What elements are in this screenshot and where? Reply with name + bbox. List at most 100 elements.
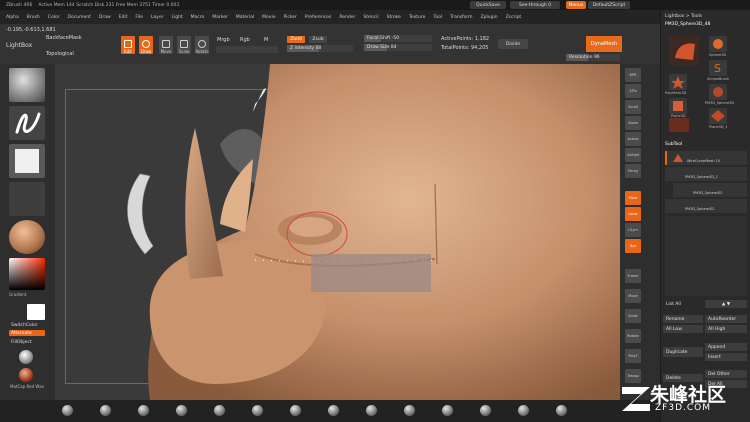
rename-button[interactable]: Rename [663,315,703,323]
brush-ball-icon[interactable] [252,405,263,416]
color-picker[interactable] [9,258,45,290]
brush-ball-icon[interactable] [62,405,73,416]
menu-marker[interactable]: Marker [212,15,228,20]
dynamesh-button[interactable]: DynaMesh [586,36,622,52]
menu-material[interactable]: Material [236,15,254,20]
rgb-intensity-slider[interactable] [216,46,278,53]
subtool-row[interactable]: PM3D_Sphere3D [665,199,747,213]
insert-button[interactable]: Insert [705,353,747,361]
plane3d-1-tool[interactable] [709,108,727,124]
rhino-sculpt-model[interactable] [55,64,620,400]
plane3d-tool[interactable] [669,98,687,114]
local-button[interactable]: Local [625,207,641,221]
current-tool-thumbnail[interactable] [669,36,699,66]
alpha-swatch[interactable] [9,144,45,178]
rgb-toggle[interactable]: Rgb [240,37,250,43]
move-view-button[interactable]: Move [625,289,641,303]
brush-ball-icon[interactable] [480,405,491,416]
secondary-color-swatch[interactable] [27,304,45,320]
all-low-button[interactable]: All Low [663,325,703,333]
lsym-button[interactable]: LSym [625,223,641,237]
fillobject-button[interactable]: FillObject [9,339,45,345]
lightbox-tools-title[interactable]: Lightbox > Tools [665,14,702,19]
append-button[interactable]: Append [705,343,747,351]
move-mode-button[interactable]: Move [159,36,173,54]
menu-transform[interactable]: Transform [450,15,472,20]
del-other-button[interactable]: Del Other [705,370,747,378]
autoreorder-button[interactable]: AutoReorder [705,315,747,323]
subtool-row[interactable]: PM3D_Sphere3D [673,183,747,197]
menu-stencil[interactable]: Stencil [363,15,378,20]
polymesh3d-tool[interactable] [669,74,687,90]
simplebrush-tool[interactable]: S [709,60,727,76]
brush-ball-icon[interactable] [366,405,377,416]
brush-ball-icon[interactable] [442,405,453,416]
menu-picker[interactable]: Picker [283,15,296,20]
menu-macro[interactable]: Macro [191,15,205,20]
menu-color[interactable]: Color [48,15,60,20]
xyz-button[interactable]: Xyz [625,239,641,253]
actual-button[interactable]: Actual [625,132,641,146]
list-all-button[interactable]: List All [663,300,703,308]
switchcolor-button[interactable]: SwitchColor [9,322,45,328]
bpr-button[interactable]: BPR [625,68,641,82]
menu-alpha[interactable]: Alpha [6,15,19,20]
floor-button[interactable]: Floor [625,191,641,205]
material-swatch[interactable] [9,220,45,254]
canvas-viewport[interactable] [55,64,620,400]
mrgb-toggle[interactable]: Mrgb [217,37,230,43]
zadd-button[interactable]: Zadd [287,36,305,43]
menu-render[interactable]: Render [339,15,355,20]
alternate-button[interactable]: Alternate [9,330,45,336]
default-zscript-button[interactable]: DefaultZScript [588,1,630,9]
menu-tool[interactable]: Tool [433,15,442,20]
aahalf-button[interactable]: AAHalf [625,148,641,162]
see-through-slider[interactable]: See-through 0 [510,1,560,9]
draw-size-slider[interactable]: Draw Size 84 [364,44,432,51]
menu-edit[interactable]: Edit [119,15,128,20]
draw-mode-button[interactable]: Draw [139,36,153,54]
subtool-row[interactable]: WireCurveMesh 10 [665,151,747,165]
subtool-title[interactable]: SubTool [665,142,682,147]
menu-light[interactable]: Light [171,15,182,20]
brush-ball-icon[interactable] [138,405,149,416]
scroll-button[interactable]: Scroll [625,100,641,114]
z-intensity-slider[interactable]: Z Intensity 48 [287,45,353,52]
lightbox-button[interactable]: LightBox [6,42,32,49]
brush-ball-icon[interactable] [556,405,567,416]
polyf-button[interactable]: PolyF [625,349,641,363]
duplicate-button[interactable]: Duplicate [663,347,703,357]
menus-button[interactable]: Menus [566,1,586,9]
chalk-matcap-ball[interactable] [19,350,33,364]
resolution-slider[interactable]: Resolution 96 [566,54,620,61]
quicksave-button[interactable]: QuickSave [470,1,506,9]
menu-brush[interactable]: Brush [27,15,40,20]
menu-movie[interactable]: Movie [262,15,275,20]
menu-layer[interactable]: Layer [151,15,164,20]
menu-zplugin[interactable]: Zplugin [481,15,498,20]
edit-mode-button[interactable]: Edit [121,36,135,54]
stroke-swatch[interactable] [9,106,45,140]
backface-mask-toggle[interactable]: BackfaceMask [46,35,82,41]
extra-tool-thumbnail[interactable] [669,118,689,132]
menu-texture[interactable]: Texture [409,15,425,20]
sphere3d-tool[interactable] [709,36,727,52]
brush-ball-icon[interactable] [328,405,339,416]
menu-file[interactable]: File [135,15,143,20]
topological-toggle[interactable]: Topological [46,51,74,57]
texture-swatch[interactable] [9,182,45,216]
pm3d-sphere-tool[interactable] [709,84,727,100]
spix-button[interactable]: SPix [625,84,641,98]
standard-brush-swatch[interactable] [9,68,45,102]
menu-stroke[interactable]: Stroke [387,15,401,20]
m-toggle[interactable]: M [264,37,268,43]
menu-document[interactable]: Document [68,15,91,20]
scale-mode-button[interactable]: Scale [177,36,191,54]
brush-ball-icon[interactable] [518,405,529,416]
divide-button[interactable]: Divide [498,39,528,49]
rotate-mode-button[interactable]: Rotate [195,36,209,54]
subtool-arrow-buttons[interactable]: ▲ ▼ [705,300,747,308]
zoom-button[interactable]: Zoom [625,116,641,130]
all-high-button[interactable]: All High [705,325,747,333]
brush-ball-icon[interactable] [290,405,301,416]
